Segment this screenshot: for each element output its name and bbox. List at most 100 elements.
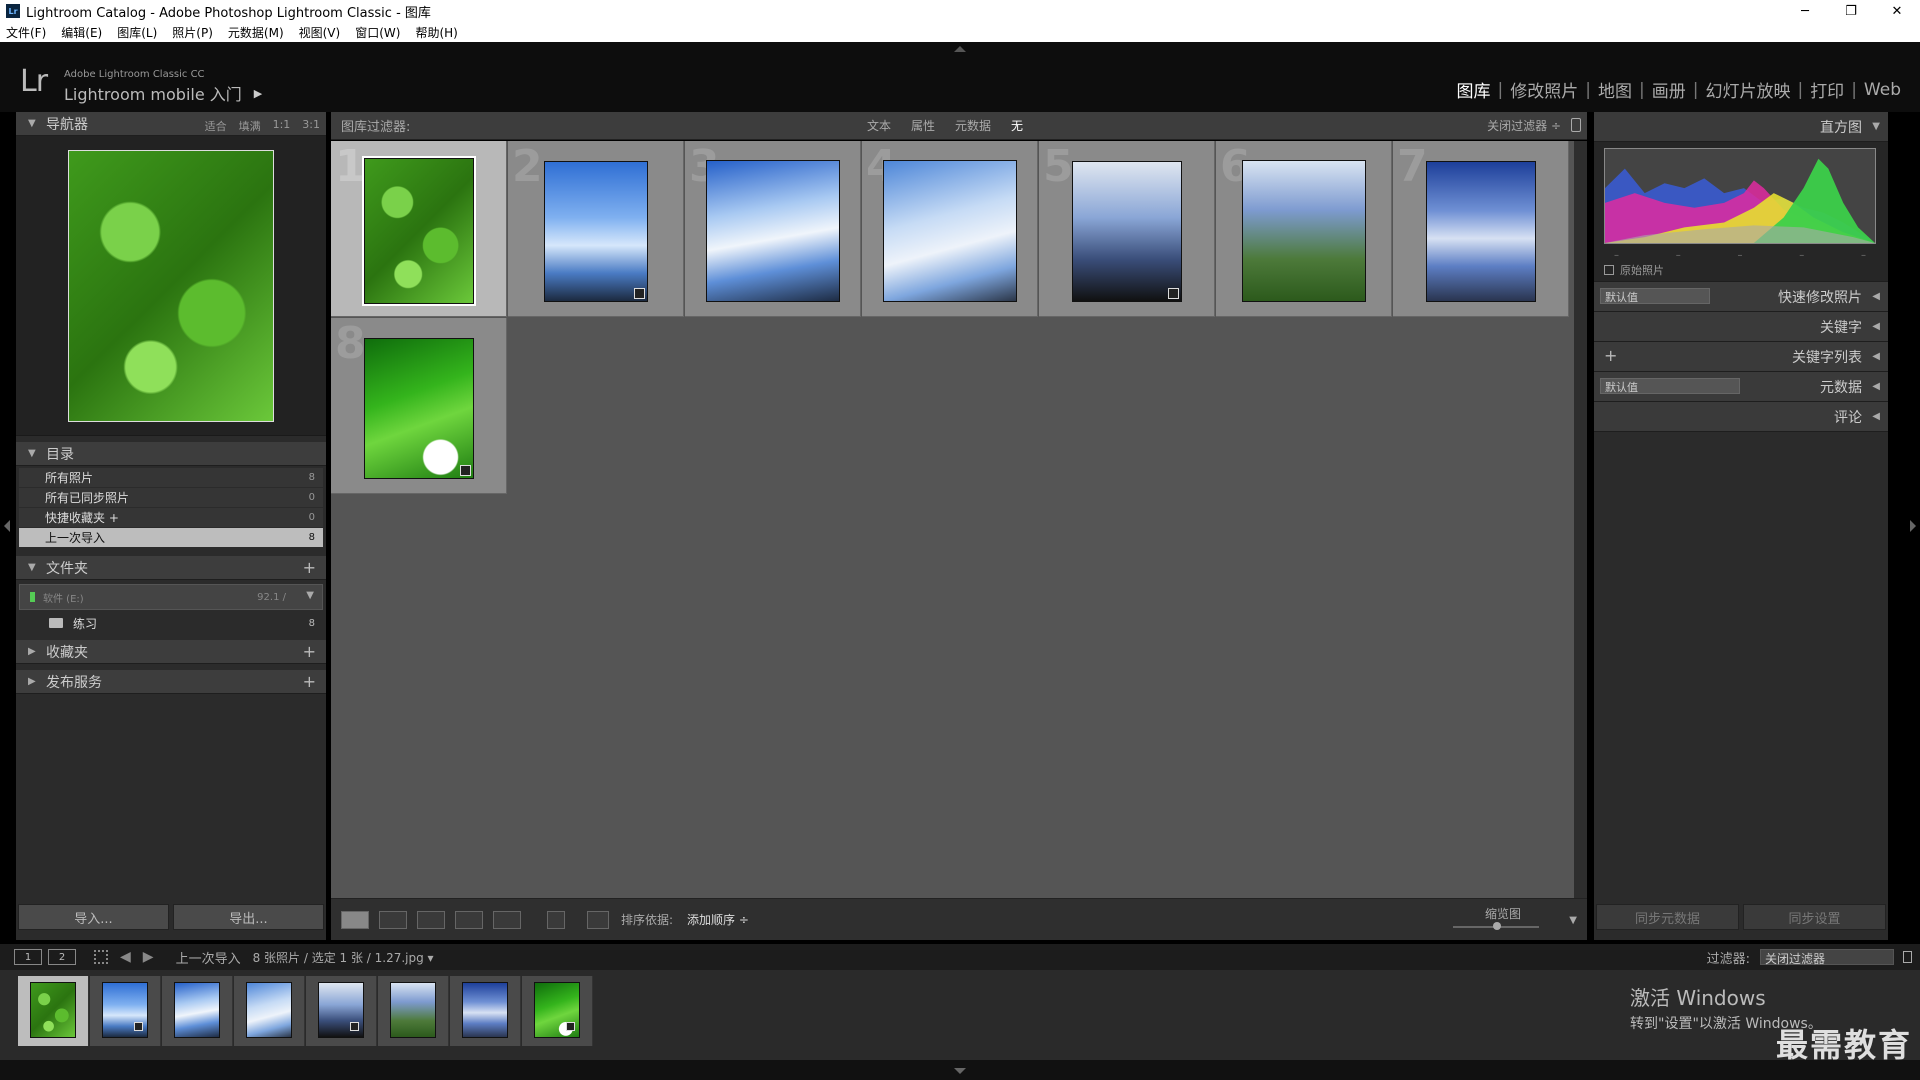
volume-row[interactable]: 软件 (E:) 92.1 / ▼ [19, 584, 323, 610]
filmstrip-thumbnail[interactable] [102, 982, 148, 1038]
edited-badge-icon[interactable] [134, 1022, 143, 1031]
toolbar-menu-icon[interactable]: ▼ [1569, 915, 1577, 926]
catalog-item-synced[interactable]: 所有已同步照片 0 [19, 488, 323, 508]
catalog-item-quick-collection[interactable]: 快捷收藏夹 + 0 [19, 508, 323, 528]
top-panel-toggle-icon[interactable] [954, 46, 966, 52]
filmstrip-thumbnail[interactable] [246, 982, 292, 1038]
forward-arrow-icon[interactable]: ▶ [143, 949, 154, 965]
edited-badge-icon[interactable] [634, 287, 645, 299]
grid-cell[interactable]: 6 [1216, 141, 1392, 317]
grid-cell[interactable]: 2 [508, 141, 684, 317]
photo-thumbnail[interactable] [1072, 160, 1182, 302]
photo-thumbnail[interactable] [544, 160, 648, 302]
survey-view-icon[interactable] [455, 910, 483, 929]
menu-file[interactable]: 文件(F) [6, 24, 46, 41]
filmstrip-filter-select[interactable]: 关闭过滤器 [1760, 949, 1894, 966]
grid-cell[interactable]: 1 [331, 141, 507, 317]
menu-help[interactable]: 帮助(H) [415, 24, 457, 41]
filmstrip-cell[interactable] [522, 976, 593, 1046]
main-monitor-button[interactable]: 1 [14, 949, 42, 965]
navigator-preview[interactable] [68, 149, 274, 422]
metadata-header[interactable]: 默认值 元数据 ◀ [1594, 372, 1888, 402]
photo-thumbnail[interactable] [883, 160, 1017, 302]
filter-attribute[interactable]: 属性 [911, 117, 935, 134]
people-view-icon[interactable] [493, 910, 521, 929]
grid-icon[interactable] [94, 950, 108, 964]
mobile-getting-started[interactable]: Lightroom mobile 入门 ▶ [64, 81, 262, 105]
filmstrip-thumbnail[interactable] [318, 982, 364, 1038]
filmstrip-cell[interactable] [378, 976, 449, 1046]
menu-view[interactable]: 视图(V) [299, 24, 341, 41]
restore-icon[interactable]: ❐ [1828, 0, 1874, 22]
spray-can-icon[interactable] [547, 910, 565, 929]
left-panel-toggle-icon[interactable] [4, 520, 10, 532]
filter-preset-select[interactable]: 关闭过滤器 ÷ [1487, 117, 1561, 134]
module-map[interactable]: 地图 [1591, 77, 1639, 102]
grid-cell[interactable]: 4 [862, 141, 1038, 317]
module-develop[interactable]: 修改照片 [1503, 77, 1585, 102]
catalog-item-previous-import[interactable]: 上一次导入 8 [19, 528, 323, 548]
module-library[interactable]: 图库 [1450, 77, 1498, 102]
add-keyword-icon[interactable]: + [1604, 346, 1617, 365]
module-slideshow[interactable]: 幻灯片放映 [1698, 77, 1797, 102]
grid-cell[interactable]: 7 [1393, 141, 1569, 317]
photo-thumbnail[interactable] [362, 156, 476, 306]
module-print[interactable]: 打印 [1803, 77, 1851, 102]
add-folder-icon[interactable]: + [303, 558, 316, 577]
edited-badge-icon[interactable] [566, 1022, 575, 1031]
menu-photo[interactable]: 照片(P) [172, 24, 213, 41]
filmstrip-thumbnail[interactable] [390, 982, 436, 1038]
metadata-preset-select[interactable]: 默认值 [1600, 378, 1740, 394]
sort-direction-icon[interactable] [587, 910, 609, 929]
grid-view-icon[interactable] [341, 910, 369, 929]
quick-develop-preset-select[interactable]: 默认值 [1600, 288, 1710, 304]
filter-text[interactable]: 文本 [867, 117, 891, 134]
grid-cell[interactable]: 8 [331, 318, 507, 494]
module-book[interactable]: 画册 [1645, 77, 1693, 102]
edited-badge-icon[interactable] [350, 1022, 359, 1031]
menu-edit[interactable]: 编辑(E) [61, 24, 102, 41]
zoom-fill[interactable]: 填满 [239, 118, 261, 134]
filmstrip-cell[interactable] [450, 976, 521, 1046]
filmstrip-thumbnail[interactable] [534, 982, 580, 1038]
grid-cell[interactable]: 3 [685, 141, 861, 317]
zoom-1-1[interactable]: 1:1 [273, 118, 291, 134]
filmstrip-thumbnail[interactable] [174, 982, 220, 1038]
catalog-item-all-photos[interactable]: 所有照片 8 [19, 468, 323, 488]
quick-develop-header[interactable]: 默认值 快速修改照片 ◀ [1594, 282, 1888, 312]
import-button[interactable]: 导入... [18, 904, 169, 930]
folders-header[interactable]: ▼ 文件夹 + [16, 556, 326, 580]
thumbnail-size-knob[interactable] [1493, 922, 1501, 930]
filmstrip-cell[interactable] [18, 976, 89, 1046]
filmstrip-cell[interactable] [234, 976, 305, 1046]
edited-badge-icon[interactable] [460, 464, 471, 476]
export-button[interactable]: 导出... [173, 904, 324, 930]
photo-thumbnail[interactable] [364, 337, 474, 479]
sync-metadata-button[interactable]: 同步元数据 [1596, 904, 1739, 930]
photo-thumbnail[interactable] [706, 160, 840, 302]
keywording-header[interactable]: 关键字 ◀ [1594, 312, 1888, 342]
histogram-header[interactable]: 直方图 ▼ [1594, 112, 1888, 142]
menu-metadata[interactable]: 元数据(M) [228, 24, 284, 41]
menu-window[interactable]: 窗口(W) [355, 24, 400, 41]
lock-icon[interactable] [1903, 951, 1912, 963]
grid-scrollbar[interactable] [1574, 141, 1587, 898]
second-monitor-button[interactable]: 2 [48, 949, 76, 965]
minimize-icon[interactable]: ─ [1782, 0, 1828, 22]
zoom-3-1[interactable]: 3:1 [302, 118, 320, 134]
add-publish-service-icon[interactable]: + [303, 672, 316, 691]
keyword-list-header[interactable]: + 关键字列表 ◀ [1594, 342, 1888, 372]
module-web[interactable]: Web [1857, 80, 1908, 100]
sync-settings-button[interactable]: 同步设置 [1743, 904, 1886, 930]
grid-cell[interactable]: 5 [1039, 141, 1215, 317]
filmstrip-toggle-icon[interactable] [954, 1068, 966, 1074]
comments-header[interactable]: 评论 ◀ [1594, 402, 1888, 432]
publish-services-header[interactable]: ▶ 发布服务 + [16, 670, 326, 694]
lock-icon[interactable] [1571, 118, 1581, 132]
dropdown-triangle-icon[interactable]: ▼ [306, 590, 314, 601]
filmstrip-cell[interactable] [306, 976, 377, 1046]
filmstrip-count[interactable]: 8 张照片 / 选定 1 张 / 1.27.jpg ▾ [253, 949, 434, 966]
filmstrip-cell[interactable] [162, 976, 233, 1046]
collections-header[interactable]: ▶ 收藏夹 + [16, 640, 326, 664]
sort-select[interactable]: 添加顺序 ÷ [687, 911, 749, 928]
